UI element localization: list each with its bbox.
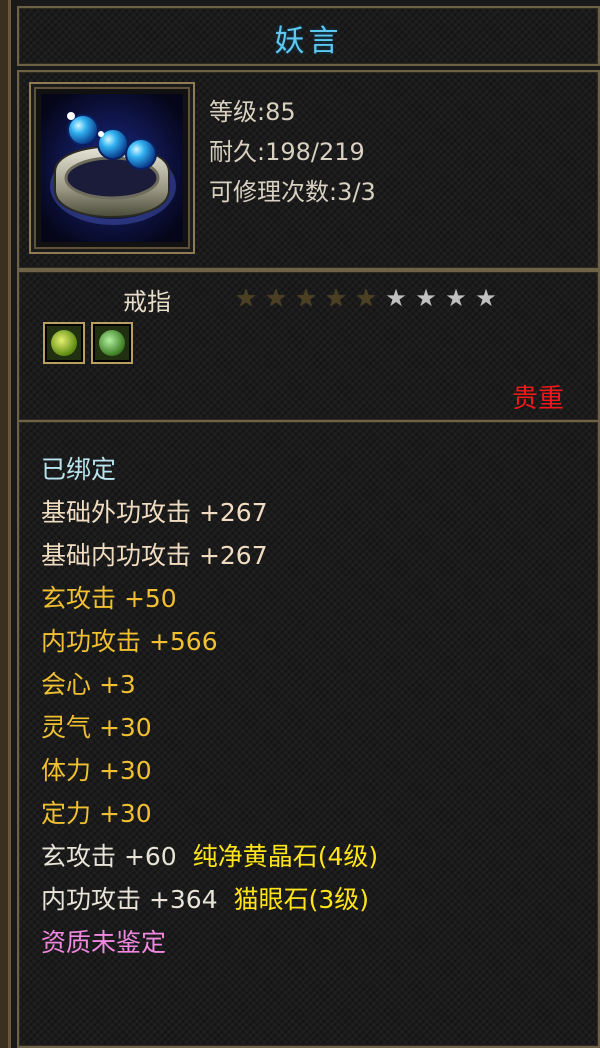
level-stat: 等级:85: [209, 98, 296, 126]
attribute-text: 灵气 +30: [41, 713, 152, 742]
star-filled-icon: ★: [355, 284, 377, 312]
star-empty-icon: ★: [415, 284, 437, 312]
attributes-panel: 已绑定基础外功攻击 +267 基础内功攻击 +267 玄攻击 +50 内功攻击 +56…: [17, 420, 600, 1048]
attribute-row: 会心 +3: [41, 663, 378, 706]
star-rating: ★ ★ ★ ★ ★ ★ ★ ★ ★: [231, 284, 501, 312]
gem-slots: [43, 322, 139, 364]
attribute-text: 定力 +30: [41, 799, 152, 828]
attribute-text: 基础外功攻击 +267: [41, 498, 268, 527]
durability-stat: 耐久:198/219: [209, 138, 365, 166]
star-filled-icon: ★: [235, 284, 257, 312]
item-name: 妖言: [274, 24, 343, 59]
attribute-text: 体力 +30: [41, 756, 152, 785]
yellow-gem-icon[interactable]: [43, 322, 85, 364]
star-filled-icon: ★: [325, 284, 347, 312]
item-icon-frame: [29, 82, 195, 254]
attribute-row: 资质未鉴定: [41, 921, 378, 964]
type-panel: 戒指 ★ ★ ★ ★ ★ ★ ★ ★ ★ 贵重: [17, 270, 600, 422]
attribute-text: 会心 +3: [41, 670, 136, 699]
star-empty-icon: ★: [445, 284, 467, 312]
attribute-text: 已绑定: [41, 455, 117, 484]
ring-icon: [41, 94, 183, 242]
rarity-label: 贵重: [511, 384, 564, 414]
star-filled-icon: ★: [295, 284, 317, 312]
star-empty-icon: ★: [385, 284, 407, 312]
attribute-row: 玄攻击 +60 纯净黄晶石(4级): [41, 835, 378, 878]
green-gem-icon[interactable]: [91, 322, 133, 364]
attribute-text: 玄攻击 +50: [41, 584, 177, 613]
socketed-gem-name: 纯净黄晶石(4级): [192, 842, 379, 871]
attribute-row: 灵气 +30: [41, 706, 378, 749]
repair-count-stat: 可修理次数:3/3: [209, 178, 376, 206]
attribute-row: 已绑定: [41, 448, 378, 491]
attribute-text: 玄攻击 +60: [41, 842, 177, 871]
attribute-row: 体力 +30: [41, 749, 378, 792]
star-empty-icon: ★: [475, 284, 497, 312]
title-panel: 妖言: [17, 6, 600, 66]
attribute-text: 资质未鉴定: [41, 928, 167, 957]
attribute-row: 内功攻击 +566: [41, 620, 378, 663]
attribute-row: 基础内功攻击 +267: [41, 534, 378, 577]
window-edge: [0, 0, 8, 1048]
star-filled-icon: ★: [265, 284, 287, 312]
info-panel: 等级:85 耐久:198/219 可修理次数:3/3: [17, 70, 600, 270]
attribute-text: 内功攻击 +364: [41, 885, 218, 914]
attribute-text: 基础内功攻击 +267: [41, 541, 268, 570]
item-tooltip: 妖言 等级:85 耐久:198/219 可修理次数:3/3 戒指 ★ ★ ★ ★…: [8, 0, 600, 1048]
socketed-gem-name: 猫眼石(3级): [233, 885, 370, 914]
attribute-row: 基础外功攻击 +267: [41, 491, 378, 534]
attribute-list: 已绑定基础外功攻击 +267 基础内功攻击 +267 玄攻击 +50 内功攻击 +56…: [41, 448, 378, 964]
attribute-text: 内功攻击 +566: [41, 627, 218, 656]
attribute-row: 内功攻击 +364 猫眼石(3级): [41, 878, 378, 921]
attribute-row: 定力 +30: [41, 792, 378, 835]
item-type: 戒指: [123, 288, 171, 316]
attribute-row: 玄攻击 +50: [41, 577, 378, 620]
